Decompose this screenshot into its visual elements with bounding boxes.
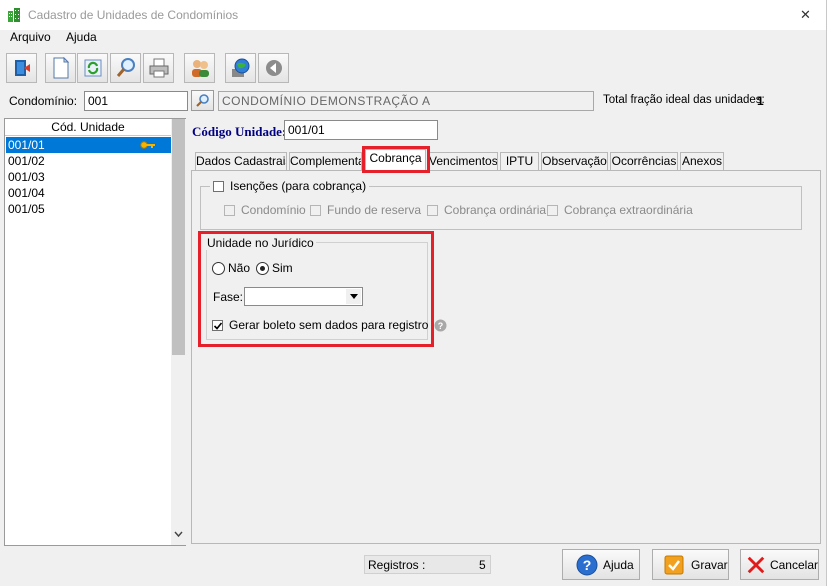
back-button[interactable] — [258, 53, 289, 83]
refresh-button[interactable] — [77, 53, 108, 83]
fase-dropdown-button[interactable] — [346, 289, 361, 304]
list-scrollbar[interactable] — [171, 119, 186, 545]
checkmark-icon — [213, 321, 223, 330]
search-button[interactable] — [110, 53, 141, 83]
gerar-boleto-label: Gerar boleto sem dados para registro — [229, 318, 429, 332]
svg-text:?: ? — [438, 321, 444, 331]
fase-label: Fase: — [213, 290, 244, 304]
gerar-boleto-checkbox[interactable] — [212, 319, 223, 331]
ajuda-label: Ajuda — [603, 557, 634, 572]
isencao-fundo-reserva-label: Fundo de reserva — [327, 203, 422, 217]
isencao-condominio-label: Condomínio — [241, 203, 306, 217]
tab-dados-cadastrais[interactable]: Dados Cadastrais — [195, 152, 287, 170]
list-item[interactable]: 001/02 — [6, 153, 171, 169]
help-question-icon[interactable]: ? — [434, 319, 447, 332]
isencoes-checkbox[interactable] — [213, 180, 224, 192]
isencao-cobranca-ordinaria-checkbox[interactable] — [427, 204, 438, 216]
fase-select[interactable] — [244, 287, 363, 306]
list-item-label: 001/01 — [8, 138, 45, 152]
new-button[interactable] — [45, 53, 76, 83]
menu-bar: Arquivo Ajuda — [0, 30, 826, 46]
list-item[interactable]: 001/01 — [6, 137, 171, 153]
isencao-cobranca-ordinaria-label: Cobrança ordinária — [444, 203, 547, 217]
ajuda-button[interactable]: ? Ajuda — [562, 549, 640, 580]
isencao-fundo-reserva-checkbox[interactable] — [310, 204, 321, 216]
tab-highlight — [362, 146, 430, 173]
list-header[interactable]: Cód. Unidade — [5, 119, 171, 136]
codigo-unidade-input[interactable]: 001/01 — [284, 120, 438, 140]
menu-arquivo[interactable]: Arquivo — [10, 30, 51, 44]
close-icon[interactable]: ✕ — [800, 7, 811, 23]
refresh-icon — [84, 59, 101, 77]
exit-door-icon — [14, 60, 30, 76]
title-bar: Cadastro de Unidades de Condomínios ✕ — [0, 0, 826, 30]
print-icon — [149, 58, 168, 78]
tab-complementar[interactable]: Complementar — [289, 152, 362, 170]
scrollbar-thumb[interactable] — [172, 119, 185, 355]
condominio-search-button[interactable] — [191, 90, 214, 111]
isencao-cobranca-ordinaria[interactable]: Cobrança ordinária — [427, 203, 546, 217]
registros-panel: Registros : 5 — [364, 555, 491, 574]
building-icon — [8, 8, 20, 22]
condominio-name-field: CONDOMÍNIO DEMONSTRAÇÃO A — [218, 91, 594, 111]
radio-sim-option[interactable]: Sim — [256, 261, 293, 275]
list-item[interactable]: 001/03 — [6, 169, 171, 185]
new-document-icon — [53, 57, 69, 79]
radio-nao[interactable] — [212, 261, 225, 275]
cancelar-button[interactable]: Cancelar — [740, 549, 819, 580]
tab-ocorrencias[interactable]: Ocorrências — [610, 152, 678, 170]
isencoes-label: Isenções (para cobrança) — [230, 179, 367, 193]
cancelar-label: Cancelar — [769, 557, 818, 572]
back-circle-icon — [265, 60, 282, 76]
close-x-icon — [747, 556, 765, 573]
registros-count: 5 — [479, 558, 486, 572]
unit-list[interactable]: Cód. Unidade 001/01 001/02 001/03 001/04… — [4, 118, 186, 546]
people-icon — [191, 60, 209, 77]
isencoes-header[interactable]: Isenções (para cobrança) — [210, 179, 370, 193]
tab-vencimentos[interactable]: Vencimentos — [428, 152, 498, 170]
gravar-button[interactable]: Gravar — [652, 549, 729, 580]
search-magnifier-icon — [196, 94, 209, 107]
codigo-unidade-label: Código Unidade: — [192, 124, 287, 139]
registros-label: Registros : — [368, 558, 426, 572]
isencao-fundo-reserva[interactable]: Fundo de reserva — [310, 203, 421, 217]
isencao-condominio[interactable]: Condomínio — [224, 203, 306, 217]
users-button[interactable] — [184, 53, 215, 83]
tab-observacao[interactable]: Observação — [541, 152, 608, 170]
window-title: Cadastro de Unidades de Condomínios — [28, 8, 239, 22]
juridico-title: Unidade no Jurídico — [205, 236, 316, 250]
print-button[interactable] — [143, 53, 174, 83]
tab-iptu[interactable]: IPTU — [500, 152, 539, 170]
svg-text:?: ? — [583, 557, 592, 573]
condominio-code-input[interactable]: 001 — [84, 91, 188, 111]
search-magnifier-icon — [116, 58, 135, 77]
check-save-icon — [664, 555, 684, 574]
radio-nao-option[interactable]: Não — [212, 261, 250, 275]
gravar-label: Gravar — [691, 557, 728, 572]
list-item[interactable]: 001/04 — [6, 185, 171, 201]
total-fraction-label: Total fração ideal das unidades: — [603, 94, 765, 106]
menu-ajuda[interactable]: Ajuda — [66, 30, 97, 44]
condominio-label: Condomínio: — [9, 94, 78, 108]
isencao-cobranca-extraordinaria-label: Cobrança extraordinária — [564, 203, 693, 217]
globe-network-icon — [231, 58, 249, 77]
radio-sim-label: Sim — [272, 261, 293, 275]
key-icon — [140, 141, 155, 149]
isencao-cobranca-extraordinaria[interactable]: Cobrança extraordinária — [547, 203, 693, 217]
isencao-condominio-checkbox[interactable] — [224, 204, 235, 216]
chevron-down-icon[interactable] — [174, 531, 183, 538]
internet-button[interactable] — [225, 53, 256, 83]
radio-nao-label: Não — [228, 261, 251, 275]
help-question-icon: ? — [576, 554, 598, 575]
tab-anexos[interactable]: Anexos — [680, 152, 724, 170]
isencao-cobranca-extraordinaria-checkbox[interactable] — [547, 204, 558, 216]
total-fraction-value: 1 — [757, 94, 764, 108]
radio-sim[interactable] — [256, 261, 269, 275]
chevron-down-icon — [349, 294, 358, 299]
exit-button[interactable] — [6, 53, 37, 83]
gerar-boleto-option[interactable]: Gerar boleto sem dados para registro ? — [212, 318, 447, 332]
list-item[interactable]: 001/05 — [6, 201, 171, 217]
